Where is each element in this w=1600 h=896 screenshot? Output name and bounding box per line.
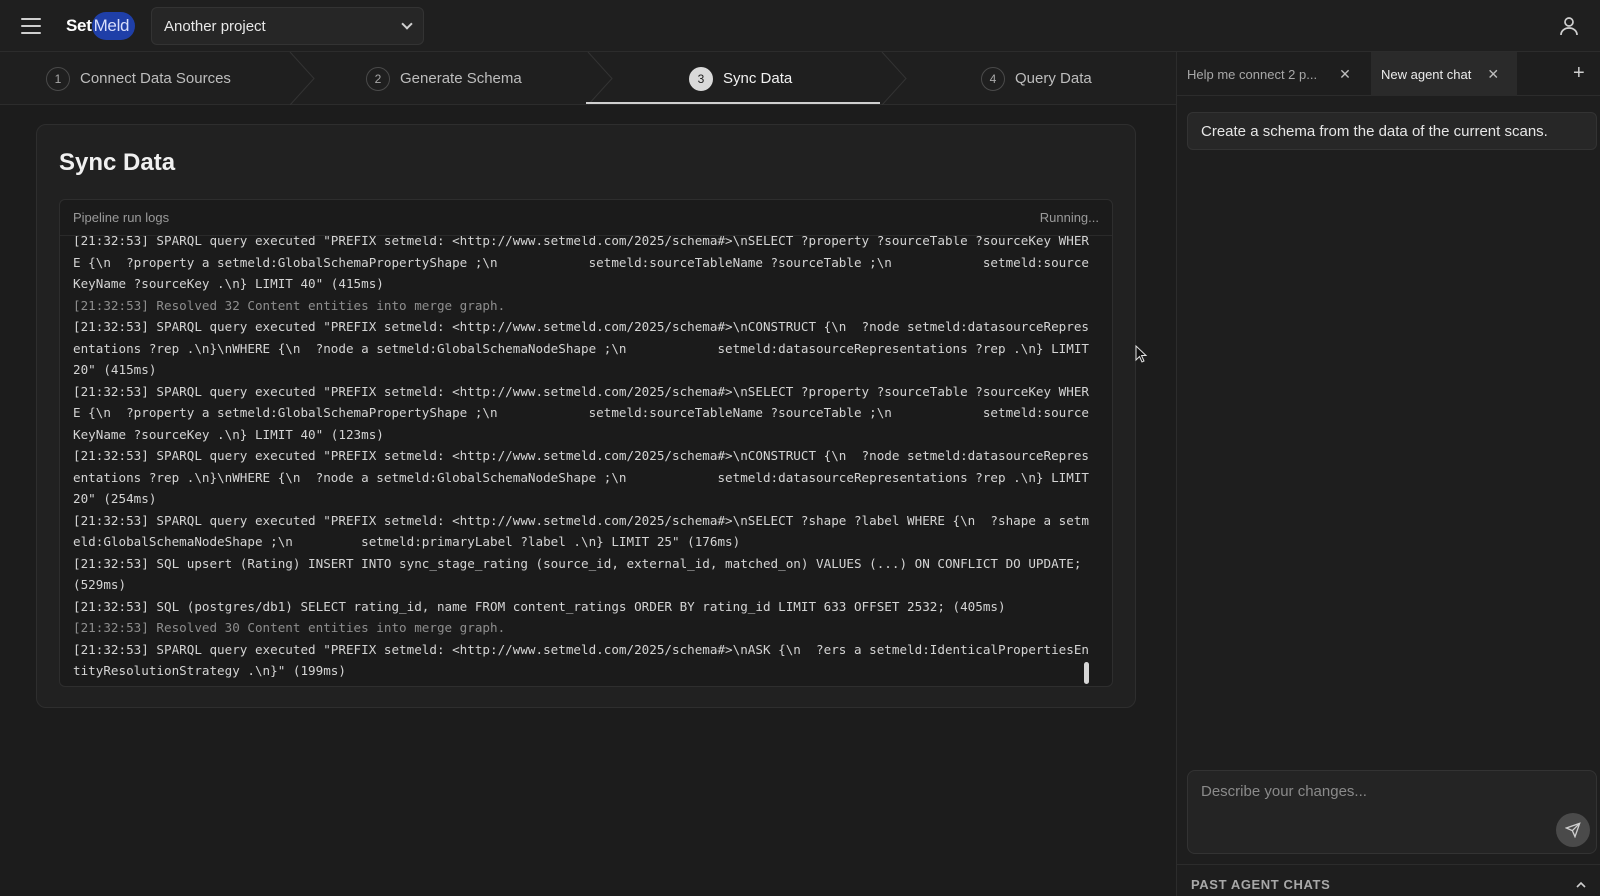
mouse-cursor-icon — [1135, 345, 1148, 363]
log-scrollbar-thumb[interactable] — [1084, 662, 1089, 684]
step-label: Generate Schema — [400, 70, 522, 87]
log-line: [21:32:53] SPARQL query executed "PREFIX… — [73, 383, 1089, 442]
step-query-data[interactable]: 4 Query Data — [981, 52, 1092, 105]
log-line: [21:32:53] SPARQL query executed "PREFIX… — [73, 641, 1089, 679]
chat-tab-label: New agent chat — [1381, 66, 1472, 82]
step-separator — [289, 52, 315, 105]
step-separator — [881, 52, 907, 105]
chat-input[interactable] — [1188, 771, 1596, 853]
chat-tab-label: Help me connect 2 p... — [1187, 66, 1318, 82]
pipeline-log-panel[interactable]: Pipeline run logs Running... [21:32:53] … — [59, 199, 1113, 687]
send-button[interactable] — [1556, 813, 1590, 847]
log-line: [21:32:53] SPARQL query executed "PREFIX… — [73, 236, 1089, 291]
active-step-indicator — [586, 102, 880, 104]
step-number: 3 — [689, 66, 713, 91]
step-separator — [587, 52, 613, 105]
step-label: Sync Data — [723, 70, 793, 87]
step-connect-data-sources[interactable]: 1 Connect Data Sources — [46, 52, 231, 105]
plus-icon[interactable]: + — [1573, 62, 1585, 85]
logo-text-meld: Meld — [91, 12, 136, 40]
past-agent-chats-label: PAST AGENT CHATS — [1191, 877, 1331, 892]
project-select[interactable]: Another project — [151, 7, 424, 45]
log-header: Pipeline run logs Running... — [60, 200, 1112, 236]
sync-data-card: Sync Data Pipeline run logs Running... [… — [36, 124, 1136, 708]
log-line: [21:32:53] SPARQL query executed "PREFIX… — [73, 448, 1097, 506]
step-number: 1 — [46, 66, 70, 91]
chat-tab-help-connect[interactable]: Help me connect 2 p... ✕ — [1177, 52, 1367, 96]
log-line: [21:32:53] SQL upsert (Rating) INSERT IN… — [73, 555, 1090, 593]
page-title: Sync Data — [59, 149, 176, 176]
top-bar: Set Meld Another project — [0, 0, 1600, 52]
chevron-down-icon — [401, 18, 413, 30]
log-lines: [21:32:53] SPARQL query executed "PREFIX… — [73, 236, 1093, 682]
agent-chat-panel: Help me connect 2 p... ✕ New agent chat … — [1176, 52, 1600, 896]
chevron-up-icon[interactable] — [1575, 879, 1587, 891]
log-line: [21:32:53] SPARQL query executed "PREFIX… — [73, 512, 1089, 550]
chat-composer — [1187, 770, 1597, 854]
chat-message: Create a schema from the data of the cur… — [1187, 112, 1597, 150]
log-scroll-area[interactable]: [21:32:53] SPARQL query executed "PREFIX… — [60, 236, 1100, 686]
project-select-value: Another project — [164, 17, 266, 35]
chat-tab-new-agent-chat[interactable]: New agent chat ✕ — [1371, 52, 1517, 96]
close-icon[interactable]: ✕ — [1339, 66, 1351, 83]
run-status: Running... — [1039, 210, 1099, 225]
logo[interactable]: Set Meld — [66, 12, 136, 40]
chat-tabs: Help me connect 2 p... ✕ New agent chat … — [1177, 52, 1600, 96]
log-line: [21:32:53] SQL (postgres/db1) SELECT rat… — [73, 598, 1006, 614]
step-number: 4 — [981, 66, 1005, 91]
past-agent-chats-header[interactable]: PAST AGENT CHATS — [1177, 864, 1600, 896]
close-icon[interactable]: ✕ — [1487, 66, 1499, 83]
step-number: 2 — [366, 66, 390, 91]
stepper: 1 Connect Data Sources 2 Generate Schema… — [0, 52, 1176, 105]
step-sync-data[interactable]: 3 Sync Data — [689, 52, 792, 105]
log-line: [21:32:53] Resolved 30 Content entities … — [73, 620, 506, 635]
step-generate-schema[interactable]: 2 Generate Schema — [366, 52, 522, 105]
user-icon[interactable] — [1557, 14, 1581, 38]
step-label: Query Data — [1015, 70, 1092, 87]
send-icon — [1565, 822, 1581, 838]
log-title: Pipeline run logs — [73, 210, 170, 225]
log-line: [21:32:53] SPARQL query executed "PREFIX… — [73, 319, 1097, 377]
hamburger-icon[interactable] — [20, 15, 42, 37]
step-label: Connect Data Sources — [80, 70, 231, 87]
log-line: [21:32:53] Resolved 32 Content entities … — [73, 297, 506, 313]
logo-text-set: Set — [66, 16, 92, 35]
